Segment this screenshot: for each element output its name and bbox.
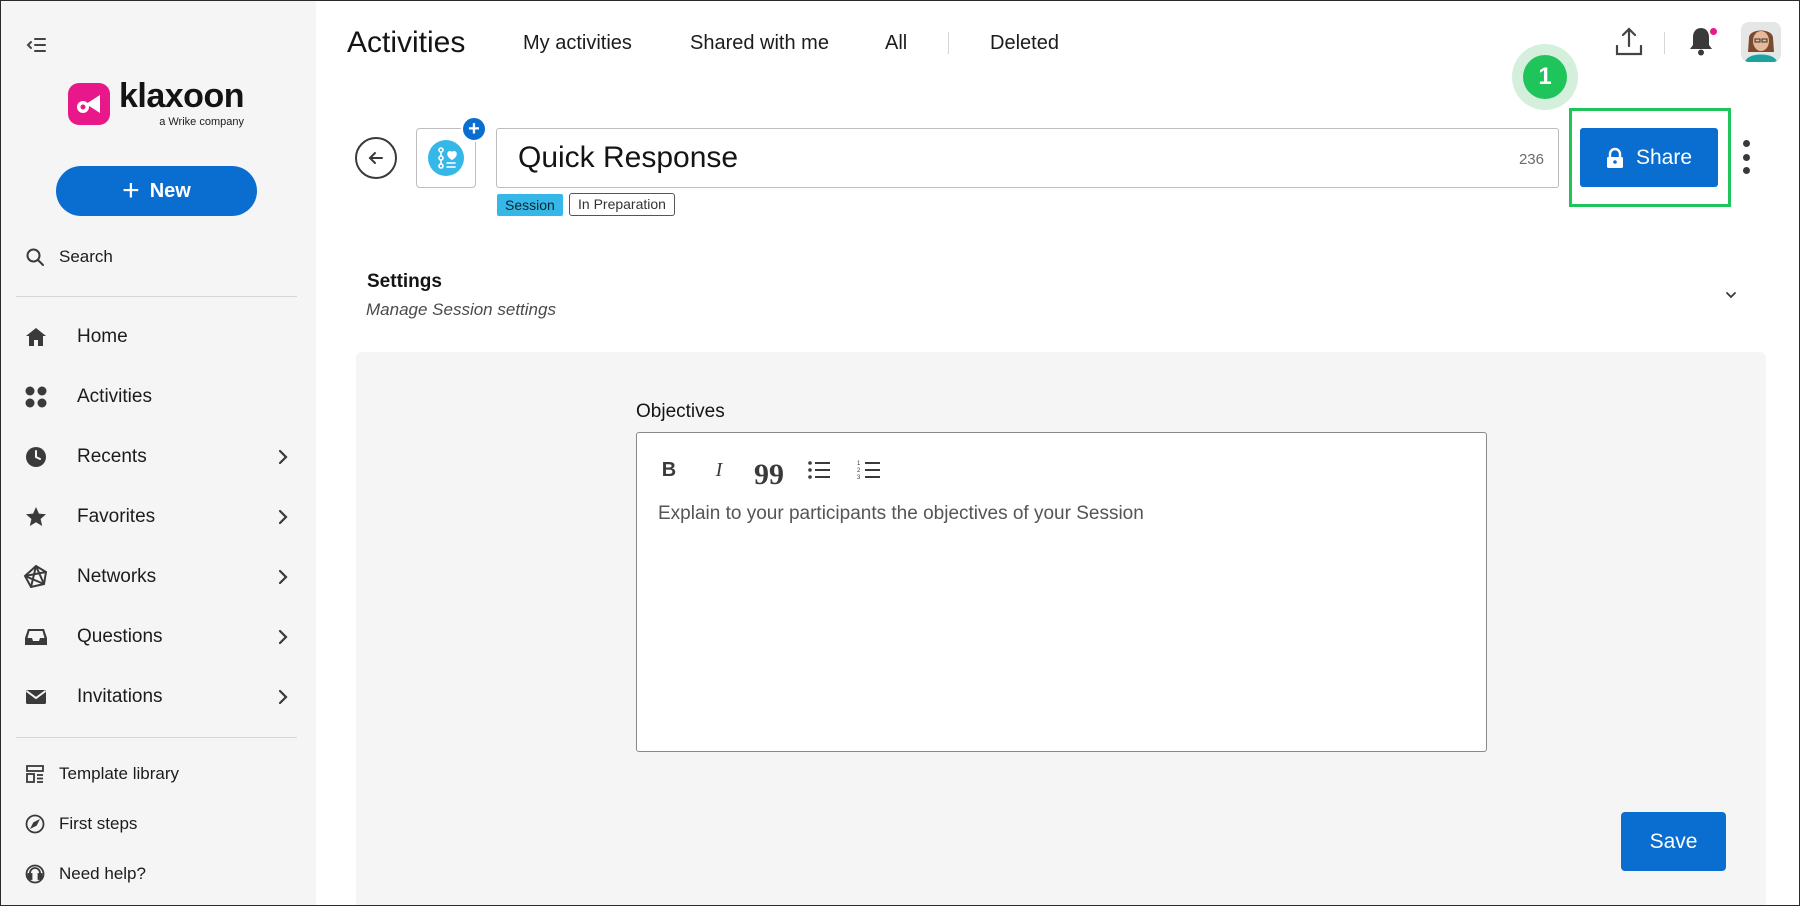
sidebar-item-label: Activities: [77, 386, 152, 407]
sidebar-item-networks[interactable]: Networks: [23, 557, 293, 597]
inbox-icon: [23, 624, 49, 650]
chevron-down-icon[interactable]: [1720, 284, 1742, 306]
chevron-right-icon: [278, 449, 288, 465]
home-icon: [23, 324, 49, 350]
editor-toolbar: B I 99 1 2 3: [655, 451, 905, 490]
footer-item-label: First steps: [59, 814, 138, 833]
sidebar-footer-need-help[interactable]: Need help?: [25, 864, 146, 884]
logo-tagline: a Wrike company: [159, 116, 244, 128]
chevron-right-icon: [278, 569, 288, 585]
sidebar-item-label: Home: [77, 326, 128, 347]
svg-text:1: 1: [857, 461, 861, 467]
share-button[interactable]: Share: [1580, 128, 1718, 187]
arrow-left-icon: [368, 152, 383, 164]
more-options-icon[interactable]: [1738, 140, 1754, 174]
sidebar-item-home[interactable]: Home: [23, 317, 293, 357]
search-icon: [26, 248, 44, 266]
numbered-list-icon[interactable]: 1 2 3: [855, 456, 883, 484]
network-icon: [23, 564, 49, 590]
new-button-label: New: [149, 179, 191, 202]
bold-button[interactable]: B: [655, 456, 683, 484]
character-count: 236: [1518, 151, 1544, 168]
activity-type-badge: Session: [497, 194, 563, 216]
sidebar-item-label: Favorites: [77, 506, 156, 527]
chevron-right-icon: [278, 629, 288, 645]
save-button[interactable]: Save: [1621, 812, 1726, 871]
sidebar-item-activities[interactable]: Activities: [23, 377, 293, 417]
add-type-icon[interactable]: +: [461, 116, 487, 142]
help-headset-icon: [25, 864, 45, 884]
svg-text:2: 2: [857, 468, 861, 474]
sidebar-item-invitations[interactable]: Invitations: [23, 677, 293, 717]
bullet-list-icon[interactable]: [805, 456, 833, 484]
share-button-label: Share: [1635, 145, 1693, 169]
sidebar-footer-template-library[interactable]: Template library: [25, 764, 179, 784]
sidebar-item-label: Invitations: [77, 686, 163, 707]
toolbar-separator: [1664, 32, 1665, 54]
back-button[interactable]: [355, 137, 397, 179]
plus-icon: +: [122, 174, 140, 207]
footer-item-label: Template library: [59, 764, 179, 783]
sidebar-search[interactable]: Search: [25, 247, 113, 267]
compass-icon: [25, 814, 45, 834]
search-label: Search: [59, 247, 113, 266]
quote-button[interactable]: 99: [754, 460, 784, 490]
sidebar-item-label: Networks: [77, 566, 157, 587]
settings-section-subtitle: Manage Session settings: [366, 300, 556, 319]
notification-dot: [1710, 28, 1717, 35]
export-icon[interactable]: [1614, 26, 1644, 63]
tab-all[interactable]: All: [885, 32, 907, 55]
logo-wordmark: klaxoon: [119, 77, 244, 115]
svg-text:3: 3: [857, 475, 861, 481]
sidebar-footer-first-steps[interactable]: First steps: [25, 814, 137, 834]
sidebar-divider: [16, 737, 297, 738]
avatar[interactable]: [1741, 22, 1781, 62]
activities-grid-icon: [23, 384, 49, 410]
settings-section-title[interactable]: Settings: [367, 271, 442, 293]
sidebar-item-questions[interactable]: Questions: [23, 617, 293, 657]
sidebar-item-label: Recents: [77, 446, 147, 467]
objectives-editor[interactable]: B I 99 1 2 3 Explain to your participant…: [636, 432, 1487, 752]
tab-my-activities[interactable]: My activities: [523, 32, 632, 55]
clock-icon: [23, 444, 49, 470]
chevron-right-icon: [278, 509, 288, 525]
objectives-label: Objectives: [636, 401, 725, 422]
lock-icon: [1606, 147, 1623, 168]
collapse-sidebar-icon[interactable]: [25, 33, 49, 57]
footer-item-label: Need help?: [59, 864, 146, 883]
page-title: Activities: [347, 26, 466, 59]
new-button[interactable]: + New: [56, 166, 257, 216]
status-badge: In Preparation: [569, 193, 675, 216]
template-icon: [26, 765, 44, 783]
activity-title-value: Quick Response: [518, 141, 739, 174]
chevron-right-icon: [278, 689, 288, 705]
session-type-icon: [428, 140, 464, 176]
sidebar-item-recents[interactable]: Recents: [23, 437, 293, 477]
tab-shared-with-me[interactable]: Shared with me: [690, 32, 829, 55]
tab-separator: [948, 32, 949, 54]
sidebar-item-label: Questions: [77, 626, 163, 647]
step-indicator-badge: 1: [1523, 55, 1567, 99]
sidebar-item-favorites[interactable]: Favorites: [23, 497, 293, 537]
italic-button[interactable]: I: [705, 456, 733, 484]
envelope-icon: [23, 684, 49, 710]
klaxoon-logo-icon: [68, 82, 110, 125]
sidebar: klaxoon a Wrike company + New Search Hom…: [1, 1, 316, 905]
star-icon: [23, 504, 49, 530]
klaxoon-logo[interactable]: klaxoon a Wrike company: [68, 79, 244, 128]
objectives-placeholder[interactable]: Explain to your participants the objecti…: [658, 503, 1144, 525]
activity-title-field[interactable]: Quick Response 236: [496, 128, 1559, 188]
sidebar-divider: [16, 296, 297, 297]
tab-deleted[interactable]: Deleted: [990, 32, 1059, 55]
